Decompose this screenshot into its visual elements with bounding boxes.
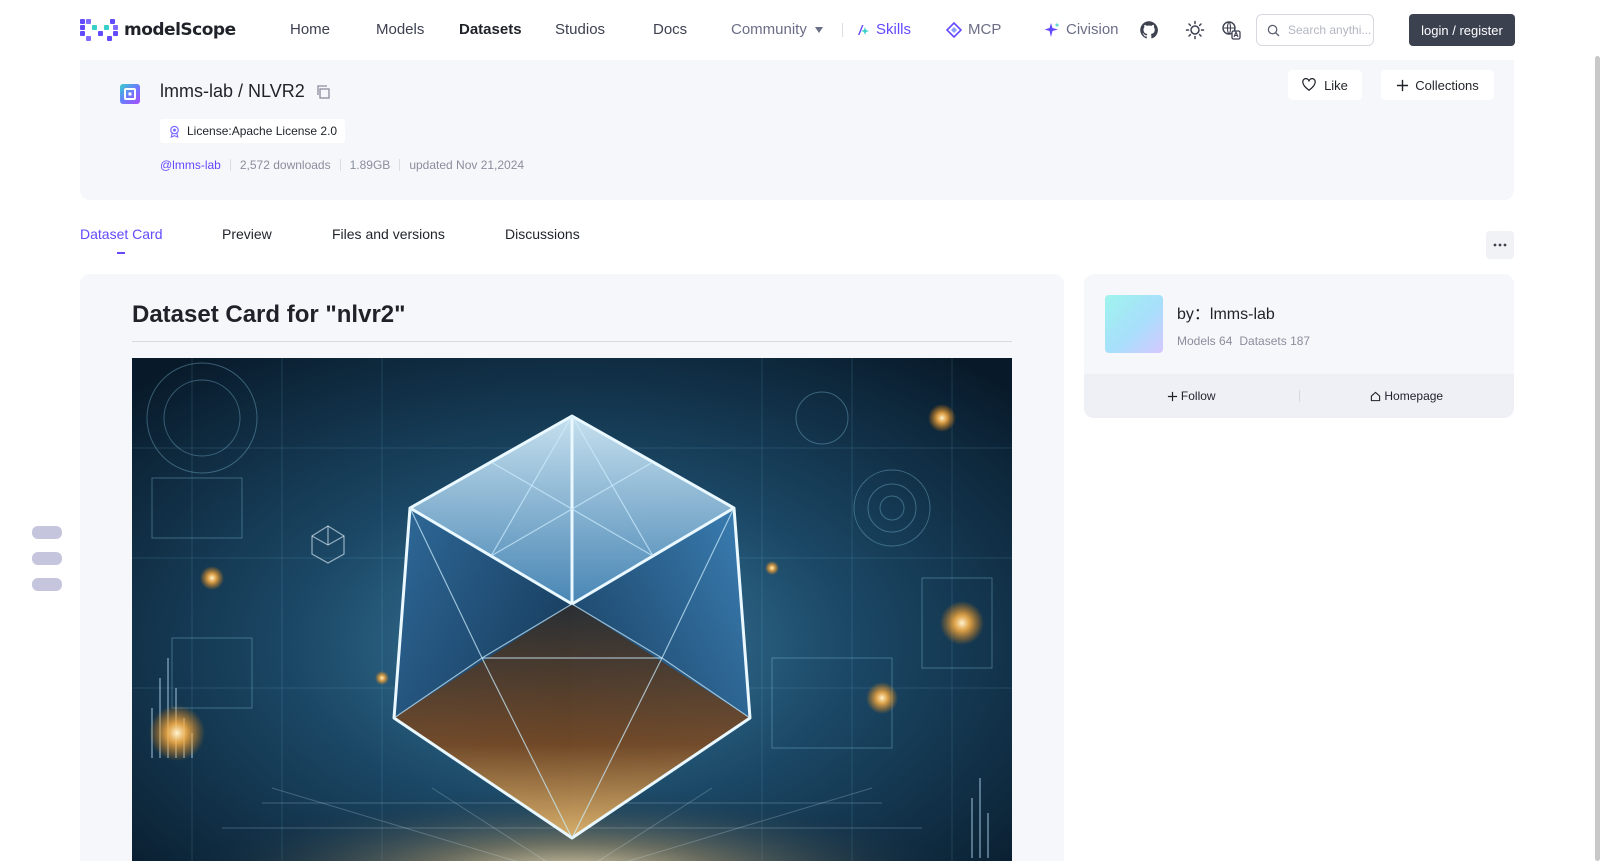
brand-name: modelScope [124,20,236,40]
meta-divider [399,159,401,171]
tab-dataset-card[interactable]: Dataset Card [80,226,162,242]
dataset-header: lmms-lab / NLVR2 License:Apache License … [80,60,1514,200]
search-box[interactable] [1256,14,1374,46]
dataset-title: lmms-lab / NLVR2 [160,81,331,102]
floating-toolbar-item[interactable] [32,578,62,591]
chevron-down-icon [814,27,823,33]
dataset-icon [120,84,140,104]
author-link[interactable]: @lmms-lab [160,158,221,172]
nav-civision[interactable]: Civision [1044,20,1119,40]
dataset-meta: @lmms-lab 2,572 downloads 1.89GB updated… [160,158,524,172]
nav-home[interactable]: Home [290,20,330,40]
like-button[interactable]: Like [1288,70,1362,100]
nav-mcp[interactable]: MCP [946,20,1001,40]
updated-date: updated Nov 21,2024 [409,158,525,172]
nav-skills-label: Skills [876,21,912,38]
copy-icon[interactable] [315,84,331,100]
floating-toolbar-item[interactable] [32,526,62,539]
search-icon [1267,24,1280,36]
meta-divider [339,159,341,171]
tab-preview[interactable]: Preview [222,226,272,242]
author-stats: Models 64 Datasets 187 [1177,334,1310,348]
search-input[interactable] [1288,23,1372,37]
license-badge-icon [170,125,179,138]
like-label: Like [1324,77,1348,93]
home-icon [1371,391,1381,401]
active-tab-indicator [117,252,125,254]
tab-files-and-versions[interactable]: Files and versions [332,226,445,242]
nav-civision-label: Civision [1066,21,1119,38]
homepage-button[interactable]: Homepage [1300,389,1515,403]
license-tag[interactable]: License:Apache License 2.0 [160,119,346,143]
github-icon[interactable] [1137,18,1161,42]
author-actions: Follow Homepage [1084,374,1514,418]
card-heading: Dataset Card for "nlvr2" [132,301,406,328]
nav-mcp-label: MCP [968,21,1002,38]
download-count: 2,572 downloads [239,158,331,172]
dataset-owner[interactable]: lmms-lab [160,81,233,102]
dataset-card-content: Dataset Card for "nlvr2" [80,274,1064,861]
collections-label: Collections [1415,77,1479,93]
dataset-hero-image [132,358,1012,861]
title-separator: / [238,81,244,101]
skills-icon [858,25,869,35]
nav-skills[interactable]: Skills [856,20,911,40]
nav-studios[interactable]: Studios [555,20,605,40]
nav-models[interactable]: Models [376,20,424,40]
author-name[interactable]: by：lmms-lab [1177,300,1275,324]
more-options-button[interactable] [1486,231,1514,259]
scrollbar-thumb[interactable] [1595,56,1600,861]
datasets-count: Datasets 187 [1239,334,1311,348]
login-register-button[interactable]: login / register [1409,14,1515,46]
dataset-size: 1.89GB [349,158,391,172]
more-icon [1493,243,1507,247]
collections-button[interactable]: Collections [1381,70,1494,100]
license-label: License:Apache License 2.0 [187,124,338,138]
tab-discussions[interactable]: Discussions [505,226,580,242]
author-panel: by：lmms-lab Models 64 Datasets 187 Follo… [1084,274,1514,418]
homepage-label: Homepage [1384,389,1444,403]
dataset-name: NLVR2 [248,81,305,101]
floating-toolbar-item[interactable] [32,552,62,565]
heading-divider [132,341,1012,342]
top-navigation: modelScope Home Models Datasets Studios … [0,0,1584,60]
translate-icon[interactable] [1219,18,1243,42]
follow-label: Follow [1180,389,1216,403]
nav-community-dropdown[interactable]: Community [731,20,823,40]
modelscope-logo[interactable]: modelScope [80,18,236,42]
nav-datasets[interactable]: Datasets [459,20,522,40]
theme-toggle-icon[interactable] [1183,18,1207,42]
nav-docs[interactable]: Docs [653,20,687,40]
modelscope-logo-mark [80,19,118,41]
sparkle-icon [1044,22,1060,37]
heart-icon [1302,78,1316,91]
nav-divider [842,23,843,37]
nav-community-label: Community [731,21,807,38]
mcp-icon [946,22,962,38]
meta-divider [229,159,231,171]
models-count: Models 64 [1177,334,1233,348]
plus-icon [1167,391,1177,401]
follow-button[interactable]: Follow [1084,389,1299,403]
plus-icon [1397,79,1409,91]
avatar[interactable] [1105,295,1163,353]
